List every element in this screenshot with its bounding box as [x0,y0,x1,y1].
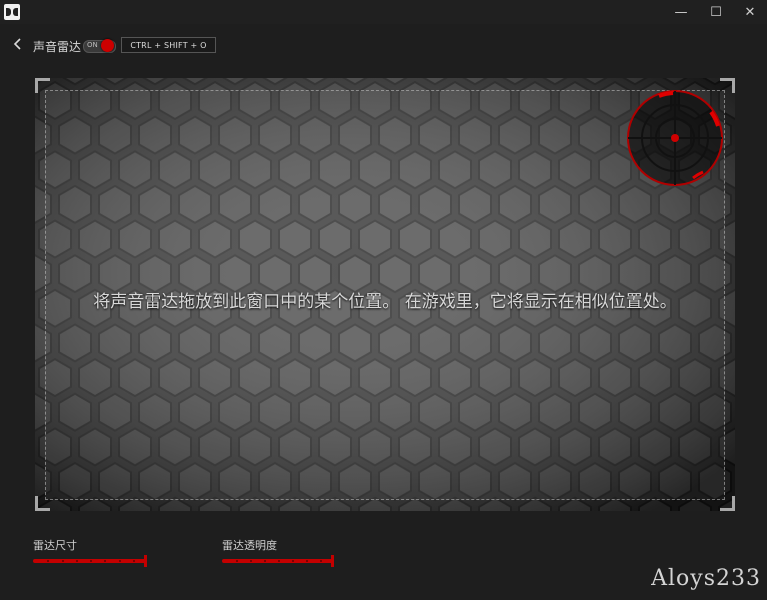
page-header: 声音雷达 ON CTRL + SHIFT + O [0,24,767,66]
maximize-button[interactable]: ☐ [698,0,734,24]
corner-bottom-right [720,496,735,511]
back-arrow-icon[interactable] [10,36,26,52]
watermark: Aloys233 [651,566,761,591]
app-logo-icon [4,4,20,20]
sound-radar-widget[interactable] [625,88,725,188]
page-title: 声音雷达 [33,40,82,54]
radar-placement-area: 将声音雷达拖放到此窗口中的某个位置。 在游戏里，它将显示在相似位置处。 [35,78,735,511]
slider-tick [264,560,266,562]
corner-top-left [35,78,50,93]
slider-tick [278,560,280,562]
radar-size-slider-thumb[interactable] [144,555,147,567]
minimize-button[interactable]: — [663,0,699,24]
slider-tick [292,560,294,562]
radar-size-slider[interactable] [33,555,147,567]
slider-tick [320,560,322,562]
radar-opacity-slider[interactable] [222,555,334,567]
slider-tick [236,560,238,562]
toggle-knob [101,39,114,52]
slider-tick [75,560,78,562]
close-button[interactable]: ✕ [732,0,767,24]
corner-bottom-left [35,496,50,511]
radar-size-label: 雷达尺寸 [33,539,77,552]
slider-tick [118,560,121,562]
slider-tick [104,560,107,562]
hotkey-field[interactable]: CTRL + SHIFT + O [121,37,216,53]
title-bar: — ☐ ✕ [0,0,767,24]
sound-radar-toggle[interactable]: ON [83,39,116,53]
slider-tick [61,560,64,562]
slider-tick [90,560,92,562]
instruction-text: 将声音雷达拖放到此窗口中的某个位置。 在游戏里，它将显示在相似位置处。 [93,292,677,312]
slider-tick [306,560,308,562]
slider-tick [250,560,252,562]
radar-opacity-label: 雷达透明度 [222,539,277,552]
slider-tick [132,560,135,562]
slider-tick [47,560,50,562]
radar-opacity-slider-thumb[interactable] [331,555,334,567]
toggle-on-label: ON [87,41,98,49]
